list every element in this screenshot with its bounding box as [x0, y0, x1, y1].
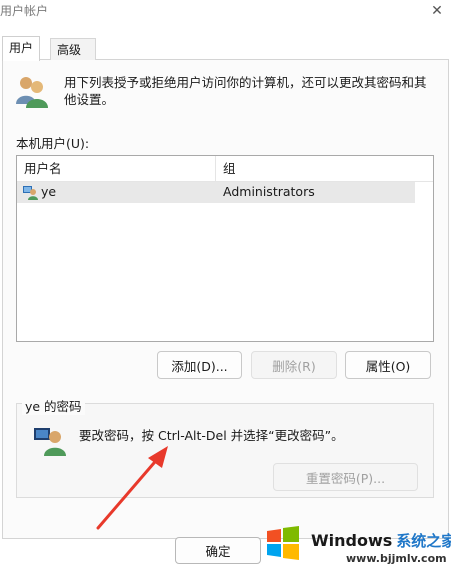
properties-button[interactable]: 属性(O) — [345, 351, 431, 379]
tab-users[interactable]: 用户 — [2, 36, 40, 61]
watermark-brand: Windows 系统之家 — [311, 530, 451, 551]
user-admin-icon — [23, 186, 38, 200]
annotation-arrow-icon — [96, 446, 168, 530]
add-user-button[interactable]: 添加(D)... — [157, 351, 242, 379]
column-header-group[interactable]: 组 — [216, 156, 416, 182]
table-row[interactable]: ye Administrators — [17, 182, 415, 203]
user-key-icon — [34, 428, 66, 456]
column-header-username[interactable]: 用户名 — [17, 156, 216, 182]
window-title: 用户帐户 — [0, 4, 49, 18]
close-button[interactable]: ✕ — [423, 0, 451, 22]
watermark-brand-en: Windows — [311, 531, 393, 550]
password-group-title: ye 的密码 — [22, 396, 85, 415]
local-users-label: 本机用户(U): — [16, 136, 90, 151]
tab-advanced[interactable]: 高级 — [50, 38, 96, 60]
users-icon — [16, 77, 48, 108]
intro-text: 用下列表授予或拒绝用户访问你的计算机，还可以更改其密码和其他设置。 — [64, 75, 427, 107]
windows-logo-icon — [267, 526, 299, 560]
ok-button[interactable]: 确定 — [175, 537, 261, 564]
delete-user-button[interactable]: 删除(R) — [251, 351, 337, 379]
reset-password-button[interactable]: 重置密码(P)... — [273, 463, 418, 491]
close-icon: ✕ — [431, 3, 443, 19]
title-bar: 用户帐户 ✕ — [0, 0, 451, 22]
watermark-url: www.bjjmlv.com — [346, 552, 447, 565]
watermark-brand-cn: 系统之家 — [396, 532, 451, 550]
row-group: Administrators — [223, 184, 315, 199]
list-header: 用户名 组 — [17, 156, 433, 182]
watermark: Windows 系统之家 www.bjjmlv.com — [251, 517, 451, 572]
row-username: ye — [41, 184, 57, 199]
users-list[interactable]: 用户名 组 ye Administrators — [16, 155, 434, 342]
